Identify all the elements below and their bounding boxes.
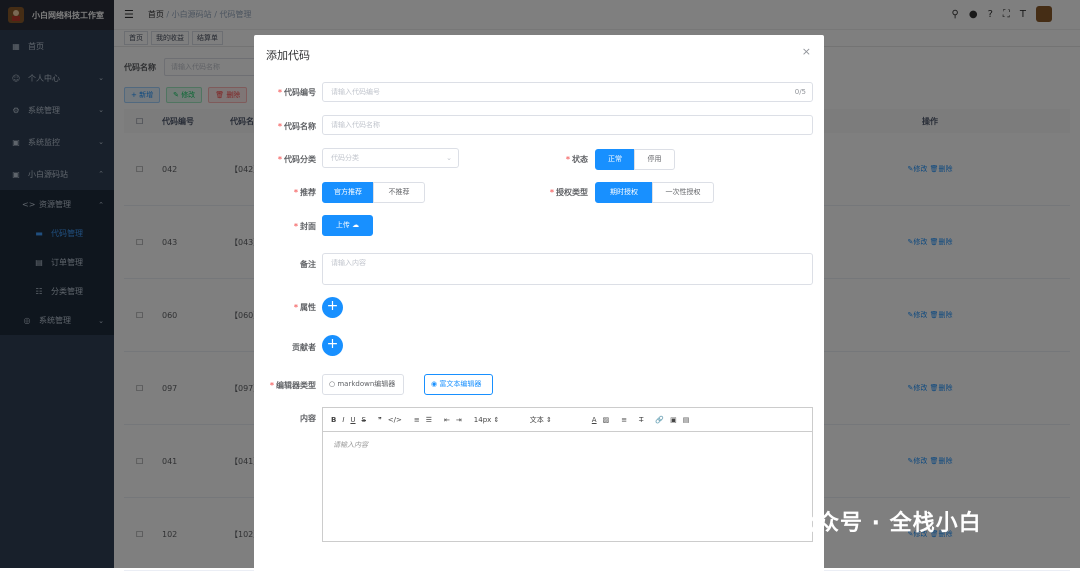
code-block-icon[interactable]: </> [388, 416, 402, 424]
font-size-select[interactable]: 14px ⇕ [474, 416, 524, 424]
license-period-radio[interactable]: 期时授权 [595, 182, 653, 203]
clear-format-icon[interactable]: T̶ [639, 416, 643, 424]
content-label: 内容 [300, 414, 316, 423]
markdown-editor-radio[interactable]: ○ markdown编辑器 [322, 374, 404, 395]
paragraph-select[interactable]: 文本 ⇕ [530, 415, 586, 425]
watermark: 公众号 · 全栈小白 [752, 505, 982, 537]
image-icon[interactable]: ▣ [670, 416, 677, 424]
recommend-none-radio[interactable]: 不推荐 [373, 182, 425, 203]
upload-button[interactable]: 上传 ☁ [322, 215, 373, 236]
outdent-icon[interactable]: ⇤ [444, 416, 450, 424]
code-name-label: * 代码名称 [277, 122, 316, 131]
rich-text-editor: B I U S ❞ </> ≡ ☰ ⇤ ⇥ 14px ⇕ 文本 ⇕ A ▨ ≡ … [322, 407, 813, 542]
status-normal-radio[interactable]: 正常 [595, 149, 635, 170]
remark-textarea[interactable]: 请输入内容 [322, 253, 813, 285]
video-icon[interactable]: ▤ [683, 416, 690, 424]
italic-icon[interactable]: I [342, 416, 344, 424]
recommend-label: * 推荐 [293, 188, 316, 197]
chevron-down-icon: ⌄ [446, 154, 452, 162]
status-disabled-radio[interactable]: 停用 [634, 149, 675, 170]
code-no-label: * 代码编号 [277, 88, 316, 97]
license-label: * 授权类型 [549, 188, 588, 197]
underline-icon[interactable]: U [350, 416, 355, 424]
dialog-title: 添加代码 [266, 49, 310, 62]
status-label: * 状态 [565, 155, 588, 164]
editor-toolbar: B I U S ❞ </> ≡ ☰ ⇤ ⇥ 14px ⇕ 文本 ⇕ A ▨ ≡ … [323, 408, 812, 432]
category-label: * 代码分类 [277, 155, 316, 164]
rich-text-editor-radio[interactable]: ◉ 富文本编辑器 [424, 374, 493, 395]
cover-label: * 封面 [293, 222, 316, 231]
indent-icon[interactable]: ⇥ [456, 416, 462, 424]
wechat-icon [752, 507, 790, 535]
editor-type-label: * 编辑器类型 [269, 381, 316, 390]
add-code-dialog: 添加代码 × * 代码编号 请输入代码编号 0/5 * 代码名称 请输入代码名称 *… [254, 35, 824, 575]
ordered-list-icon[interactable]: ≡ [414, 416, 420, 424]
contributor-label: 贡献者 [292, 343, 316, 352]
add-contributor-button[interactable]: + [322, 335, 343, 356]
code-no-input[interactable]: 请输入代码编号 0/5 [322, 82, 813, 102]
background-color-icon[interactable]: ▨ [603, 416, 610, 424]
category-select[interactable]: 代码分类 ⌄ [322, 148, 459, 168]
char-counter: 0/5 [794, 88, 806, 96]
align-icon[interactable]: ≡ [621, 416, 627, 424]
license-onetime-radio[interactable]: 一次性授权 [652, 182, 714, 203]
strike-icon[interactable]: S [362, 416, 366, 424]
editor-body[interactable]: 请输入内容 [323, 432, 812, 458]
bullet-list-icon[interactable]: ☰ [426, 416, 432, 424]
attribute-label: * 属性 [293, 303, 316, 312]
font-color-icon[interactable]: A [592, 416, 597, 424]
code-name-input[interactable]: 请输入代码名称 [322, 115, 813, 135]
bold-icon[interactable]: B [331, 416, 336, 424]
close-icon[interactable]: × [802, 45, 811, 58]
add-attribute-button[interactable]: + [322, 297, 343, 318]
remark-label: 备注 [300, 260, 316, 269]
quote-icon[interactable]: ❞ [378, 416, 382, 424]
link-icon[interactable]: 🔗 [655, 416, 664, 424]
recommend-official-radio[interactable]: 官方推荐 [322, 182, 374, 203]
watermark-text: 公众号 · 全栈小白 [794, 511, 982, 536]
